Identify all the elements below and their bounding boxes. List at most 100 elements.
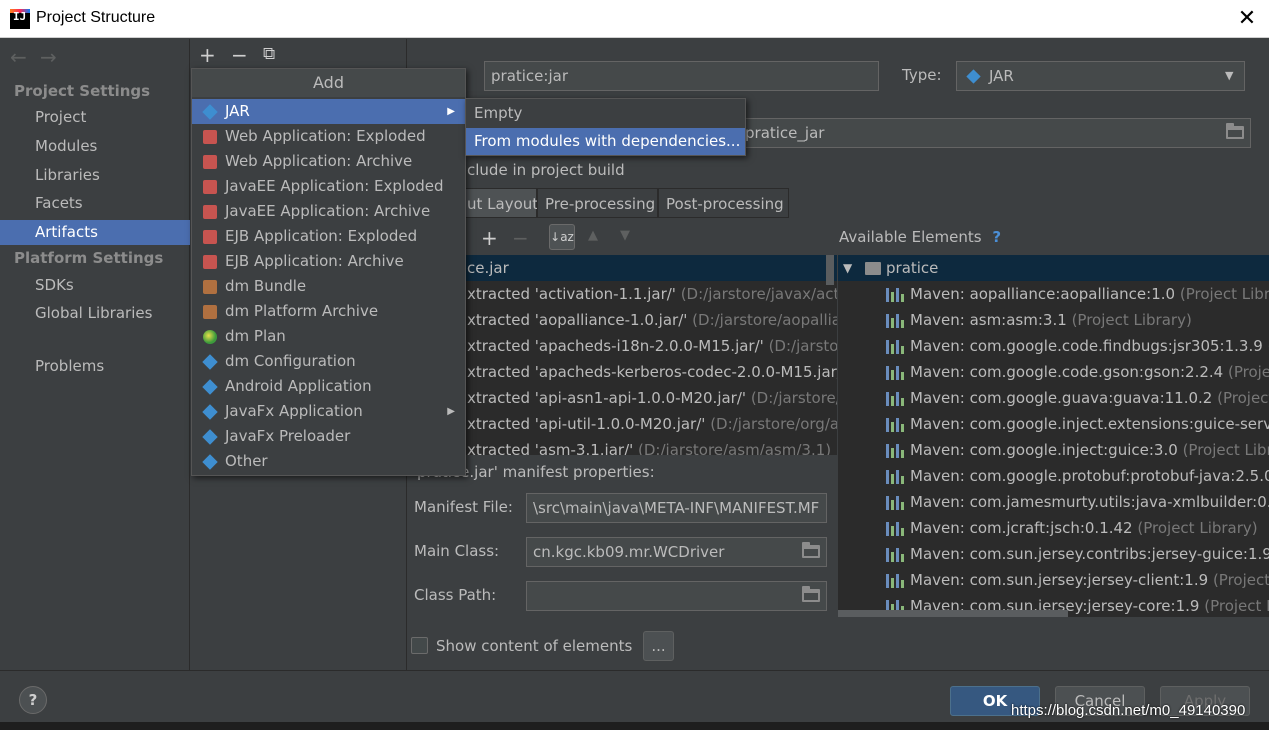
library-scope: (Project L (1217, 389, 1269, 407)
add-artifact-icon[interactable]: + (199, 43, 216, 67)
menu-item-label: dm Bundle (225, 277, 307, 295)
sidebar-item-libraries[interactable]: Libraries (0, 163, 190, 188)
class-path-input[interactable] (526, 581, 827, 611)
submenu-item-from-modules[interactable]: From modules with dependencies... (466, 128, 745, 155)
back-arrow-icon[interactable]: ← (10, 45, 27, 69)
tree-item[interactable]: xtracted 'apacheds-kerberos-codec-2.0.0-… (407, 359, 837, 385)
menu-item-javaee-exploded[interactable]: JavaEE Application: Exploded (192, 174, 465, 199)
forward-arrow-icon[interactable]: → (40, 45, 57, 69)
tab-post-processing[interactable]: Post-processing (658, 188, 789, 218)
menu-item-javafx-preloader[interactable]: JavaFx Preloader (192, 424, 465, 449)
sidebar-item-global-libraries[interactable]: Global Libraries (0, 301, 190, 326)
more-button[interactable]: ... (643, 631, 674, 661)
output-directory-input[interactable]: pratice_jar (740, 118, 1251, 148)
tab-pre-processing[interactable]: Pre-processing (537, 188, 658, 218)
sidebar-item-facets[interactable]: Facets (0, 191, 190, 216)
library-item[interactable]: Maven: com.jamesmurty.utils:java-xmlbuil… (838, 489, 1269, 515)
library-icon (886, 418, 904, 432)
folder-icon[interactable] (802, 542, 820, 558)
close-icon[interactable]: ✕ (1236, 6, 1258, 31)
jar-diamond-icon (202, 104, 218, 120)
sidebar-item-sdks[interactable]: SDKs (0, 273, 190, 298)
library-item[interactable]: Maven: asm:asm:3.1 (Project Library) (838, 307, 1192, 333)
tree-item[interactable]: ce.jar (407, 255, 837, 281)
submenu-item-empty[interactable]: Empty (466, 100, 745, 127)
project-settings-title: Project Settings (14, 82, 151, 100)
sidebar-item-modules[interactable]: Modules (0, 134, 190, 159)
intellij-logo-icon: IJ (10, 9, 30, 29)
main-class-input[interactable]: cn.kgc.kb09.mr.WCDriver (526, 537, 827, 567)
library-name: Maven: com.sun.jersey:jersey-client:1.9 (910, 571, 1209, 589)
copy-artifact-icon[interactable]: ⧉ (263, 44, 275, 64)
sidebar-item-project[interactable]: Project (0, 105, 190, 130)
tree-root[interactable]: ▼ pratice (838, 255, 1269, 281)
menu-item-web-exploded[interactable]: Web Application: Exploded (192, 124, 465, 149)
library-item[interactable]: Maven: com.sun.jersey:jersey-client:1.9 … (838, 567, 1269, 593)
add-element-icon[interactable]: + (481, 226, 498, 250)
available-elements-tree[interactable]: ▼ pratice Maven: aopalliance:aopalliance… (838, 255, 1269, 617)
tree-item-label: xtracted 'api-util-1.0.0-M20.jar/' (467, 415, 706, 433)
move-down-icon[interactable]: ▼ (620, 228, 630, 243)
library-item[interactable]: Maven: com.google.protobuf:protobuf-java… (838, 463, 1269, 489)
chevron-down-icon: ▼ (1225, 69, 1234, 82)
menu-item-label: EJB Application: Exploded (225, 227, 418, 245)
menu-item-label: Web Application: Archive (225, 152, 413, 170)
library-item[interactable]: Maven: com.google.inject.extensions:guic… (838, 411, 1269, 437)
move-up-icon[interactable]: ▲ (588, 228, 598, 243)
horizontal-scrollbar[interactable] (838, 610, 1068, 617)
menu-item-android[interactable]: Android Application (192, 374, 465, 399)
menu-item-label: EJB Application: Archive (225, 252, 404, 270)
available-elements-label: Available Elements (839, 228, 982, 246)
sort-icon[interactable]: ↓az (549, 224, 575, 250)
sidebar-item-artifacts[interactable]: Artifacts (0, 220, 190, 245)
javafx-diamond-icon (202, 404, 218, 420)
library-item[interactable]: Maven: com.google.code.findbugs:jsr305:1… (838, 333, 1269, 359)
tree-item[interactable]: xtracted 'aopalliance-1.0.jar/' (D:/jars… (407, 307, 837, 333)
show-content-checkbox[interactable] (411, 637, 428, 654)
type-select[interactable]: JAR ▼ (956, 61, 1245, 91)
platform-settings-title: Platform Settings (14, 249, 164, 267)
library-item[interactable]: Maven: com.google.code.gson:gson:2.2.4 (… (838, 359, 1269, 385)
tree-item[interactable]: xtracted 'apacheds-i18n-2.0.0-M15.jar/' … (407, 333, 837, 359)
menu-item-dm-bundle[interactable]: dm Bundle (192, 274, 465, 299)
menu-item-jar[interactable]: JAR ▶ (192, 99, 465, 124)
folder-icon[interactable] (1226, 123, 1244, 139)
tree-item[interactable]: xtracted 'api-asn1-api-1.0.0-M20.jar/' (… (407, 385, 837, 411)
library-item[interactable]: Maven: com.google.guava:guava:11.0.2 (Pr… (838, 385, 1269, 411)
menu-item-dm-plan[interactable]: dm Plan (192, 324, 465, 349)
menu-item-javafx-app[interactable]: JavaFx Application ▶ (192, 399, 465, 424)
jar-submenu: Empty From modules with dependencies... (465, 98, 746, 156)
remove-artifact-icon[interactable]: − (231, 43, 248, 67)
folder-icon[interactable] (802, 586, 820, 602)
library-item[interactable]: Maven: com.jcraft:jsch:0.1.42 (Project L… (838, 515, 1258, 541)
menu-item-other[interactable]: Other (192, 449, 465, 474)
library-item[interactable]: Maven: com.google.inject:guice:3.0 (Proj… (838, 437, 1269, 463)
include-in-build-label[interactable]: clude in project build (467, 161, 625, 179)
library-item[interactable]: Maven: aopalliance:aopalliance:1.0 (Proj… (838, 281, 1269, 307)
scrollbar-thumb[interactable] (826, 255, 834, 285)
help-icon[interactable]: ? (992, 228, 1001, 246)
tree-item[interactable]: xtracted 'asm-3.1.jar/' (D:/jarstore/asm… (407, 437, 831, 455)
tree-item-label: xtracted 'apacheds-kerberos-codec-2.0.0-… (467, 363, 837, 381)
type-label: Type: (902, 66, 942, 84)
menu-item-ejb-exploded[interactable]: EJB Application: Exploded (192, 224, 465, 249)
sidebar-item-problems[interactable]: Problems (0, 354, 190, 379)
menu-item-web-archive[interactable]: Web Application: Archive (192, 149, 465, 174)
expand-arrow-icon[interactable]: ▼ (843, 255, 852, 281)
menu-item-ejb-archive[interactable]: EJB Application: Archive (192, 249, 465, 274)
menu-item-label: JAR (225, 102, 250, 120)
remove-element-icon[interactable]: − (512, 226, 529, 250)
artifact-name-input[interactable]: pratice:jar (484, 61, 879, 91)
menu-item-dm-platform-archive[interactable]: dm Platform Archive (192, 299, 465, 324)
menu-item-javaee-archive[interactable]: JavaEE Application: Archive (192, 199, 465, 224)
library-item[interactable]: Maven: com.sun.jersey.contribs:jersey-gu… (838, 541, 1269, 567)
tree-item[interactable]: xtracted 'activation-1.1.jar/' (D:/jarst… (407, 281, 837, 307)
tab-output-layout[interactable]: ut Layout (463, 188, 538, 218)
tree-item[interactable]: xtracted 'api-util-1.0.0-M20.jar/' (D:/j… (407, 411, 837, 437)
manifest-file-input[interactable]: \src\main\java\META-INF\MANIFEST.MF (526, 493, 827, 523)
menu-item-label: JavaEE Application: Exploded (225, 177, 444, 195)
menu-item-dm-configuration[interactable]: dm Configuration (192, 349, 465, 374)
help-button[interactable]: ? (19, 686, 47, 714)
output-layout-tree[interactable]: ce.jar xtracted 'activation-1.1.jar/' (D… (407, 255, 837, 455)
library-name: Maven: asm:asm:3.1 (910, 311, 1067, 329)
